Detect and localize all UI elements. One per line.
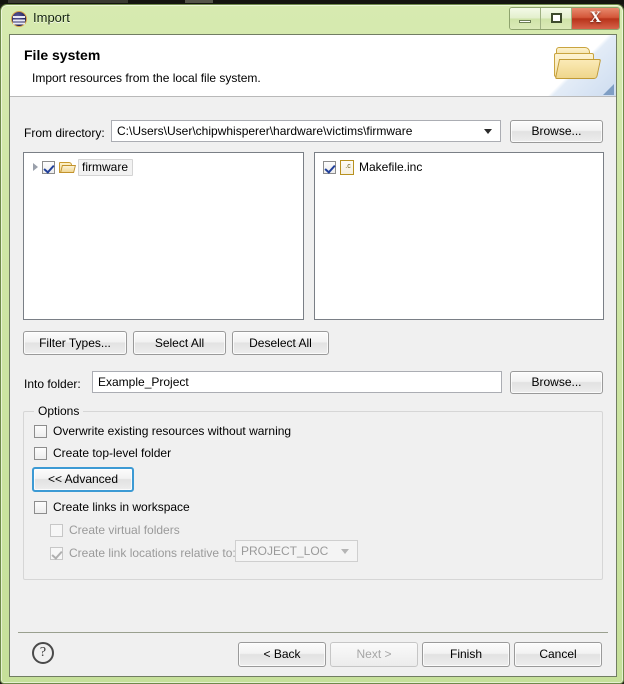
from-directory-combo[interactable]: C:\Users\User\chipwhisperer\hardware\vic… <box>111 120 501 142</box>
background-window-hint-left <box>8 0 128 3</box>
footer-divider <box>18 632 608 633</box>
create-virtual-folders-checkbox: Create virtual folders <box>50 523 180 537</box>
into-folder-browse-button[interactable]: Browse... <box>510 371 603 394</box>
deselect-all-button[interactable]: Deselect All <box>232 331 329 355</box>
checkbox-box[interactable] <box>34 500 47 514</box>
tree-row[interactable]: firmware <box>30 158 134 176</box>
tree-item-label[interactable]: firmware <box>78 158 134 176</box>
file-list-pane[interactable]: .c Makefile.inc <box>314 152 604 320</box>
file-item-label[interactable]: Makefile.inc <box>359 160 422 174</box>
checkbox-label: Create links in workspace <box>53 500 190 514</box>
checkbox-box[interactable] <box>34 446 47 460</box>
close-button[interactable]: X <box>572 8 619 29</box>
file-item-checkbox[interactable] <box>323 160 336 174</box>
create-link-locations-relative-checkbox: Create link locations relative to: <box>50 546 236 560</box>
checkbox-label: Create link locations relative to: <box>69 546 236 560</box>
from-directory-browse-button[interactable]: Browse... <box>510 120 603 143</box>
tree-item-checkbox[interactable] <box>42 160 55 174</box>
maximize-icon <box>551 13 562 23</box>
eclipse-icon <box>11 11 27 27</box>
advanced-toggle-button[interactable]: << Advanced <box>32 467 134 492</box>
select-all-button[interactable]: Select All <box>133 331 226 355</box>
open-folder-icon <box>552 45 604 85</box>
window-title: Import <box>33 10 70 25</box>
relative-to-value: PROJECT_LOC <box>241 544 329 558</box>
minimize-button[interactable] <box>510 8 541 29</box>
list-item[interactable]: .c Makefile.inc <box>323 158 422 176</box>
from-directory-value: C:\Users\User\chipwhisperer\hardware\vic… <box>117 124 413 138</box>
create-links-in-workspace-checkbox[interactable]: Create links in workspace <box>34 500 190 514</box>
back-button[interactable]: < Back <box>238 642 326 667</box>
cancel-button[interactable]: Cancel <box>514 642 602 667</box>
options-group-title: Options <box>34 404 84 418</box>
finish-button[interactable]: Finish <box>422 642 510 667</box>
background-window-hint-right <box>185 0 213 3</box>
filter-types-button[interactable]: Filter Types... <box>23 331 127 355</box>
dialog-body: File system Import resources from the lo… <box>9 34 617 677</box>
create-top-level-folder-checkbox[interactable]: Create top-level folder <box>34 446 171 460</box>
minimize-icon <box>519 20 531 23</box>
corner-triangle-decoration <box>603 84 614 95</box>
chevron-down-icon <box>341 549 349 554</box>
window-controls: X <box>509 7 620 30</box>
header-artwork <box>544 35 616 96</box>
chevron-down-icon <box>484 129 492 134</box>
from-directory-label: From directory: <box>24 126 105 140</box>
checkbox-label: Create top-level folder <box>53 446 172 460</box>
wizard-header: File system Import resources from the lo… <box>10 35 616 97</box>
relative-to-combo: PROJECT_LOC <box>235 540 358 562</box>
checkbox-box <box>50 523 63 537</box>
next-button: Next > <box>330 642 418 667</box>
maximize-button[interactable] <box>541 8 572 29</box>
checkbox-label: Overwrite existing resources without war… <box>53 424 292 438</box>
c-file-icon: .c <box>340 159 354 175</box>
into-folder-label: Into folder: <box>24 377 81 391</box>
checkbox-box[interactable] <box>34 424 47 438</box>
close-icon: X <box>589 9 602 26</box>
into-folder-input[interactable]: Example_Project <box>92 371 502 393</box>
folder-tree-pane[interactable]: firmware <box>23 152 304 320</box>
title-bar[interactable]: Import X <box>1 5 623 33</box>
overwrite-existing-checkbox[interactable]: Overwrite existing resources without war… <box>34 424 291 438</box>
chevron-right-icon[interactable] <box>30 161 42 173</box>
checkbox-label: Create virtual folders <box>69 523 180 537</box>
import-dialog-window: Import X File system Import resources fr… <box>0 4 624 684</box>
page-subtitle: Import resources from the local file sys… <box>32 71 261 85</box>
help-icon[interactable]: ? <box>32 642 54 664</box>
page-title: File system <box>24 47 101 63</box>
file-icon-ext-label: .c <box>345 162 351 170</box>
checkbox-box <box>50 546 63 560</box>
folder-icon <box>59 161 76 174</box>
